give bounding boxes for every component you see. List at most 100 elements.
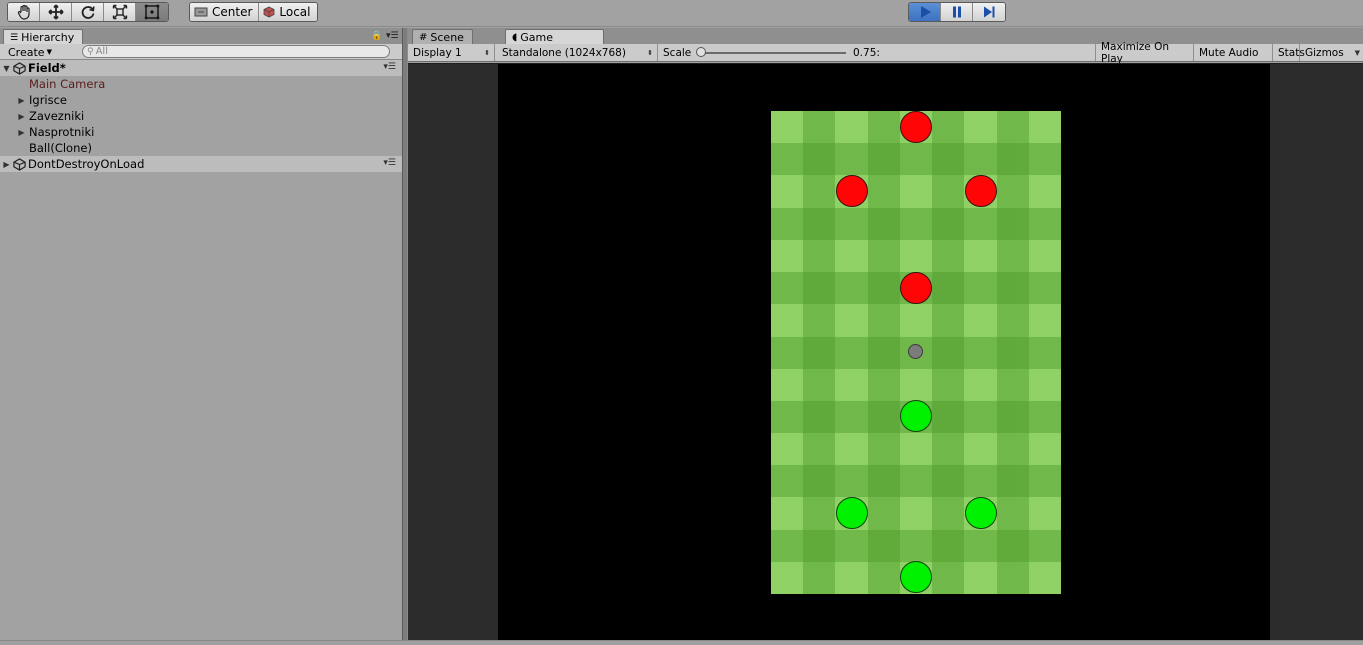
hierarchy-item-main-camera[interactable]: Main Camera	[0, 76, 402, 92]
dropdown-arrow-icon: ▼	[1354, 48, 1360, 57]
hierarchy-item-ball[interactable]: Ball(Clone)	[0, 140, 402, 156]
gizmos-label: Gizmos	[1305, 46, 1344, 59]
create-label: Create	[8, 45, 45, 59]
step-icon	[984, 6, 995, 18]
pacman-icon: ◖	[512, 32, 518, 43]
collapsed-arrow-icon[interactable]: ▶	[17, 96, 26, 105]
hierarchy-item-label: Nasprotniki	[29, 125, 95, 139]
step-button[interactable]	[973, 3, 1005, 21]
maximize-on-play-toggle[interactable]: Maximize On Play	[1095, 41, 1194, 65]
opponent-player	[900, 272, 932, 304]
tab-game[interactable]: ◖ Game	[505, 29, 604, 45]
hierarchy-item-nasprotniki[interactable]: ▶ Nasprotniki	[0, 124, 402, 140]
ball	[908, 344, 923, 359]
move-tool-button[interactable]	[40, 3, 72, 21]
hierarchy-item-label: Zavezniki	[29, 109, 85, 123]
gizmos-dropdown[interactable]: Gizmos ▼	[1300, 44, 1363, 61]
dropdown-arrow-icon: ▼	[46, 48, 52, 56]
tab-hierarchy[interactable]: ☰ Hierarchy	[3, 29, 84, 45]
tab-hierarchy-label: Hierarchy	[21, 31, 75, 44]
collapsed-arrow-icon[interactable]: ▶	[2, 160, 11, 169]
game-toolbar: Display 1 ⬍ Standalone (1024x768) ⬍ Scal…	[408, 41, 1363, 65]
scale-control: Scale 0.75:	[658, 44, 1095, 61]
hand-tool-button[interactable]	[8, 3, 40, 21]
scale-slider-track[interactable]	[700, 52, 846, 54]
game-render-area	[498, 64, 1270, 641]
hierarchy-tree: ▼ Field* ▾☰ Main Camera ▶ Igrisce ▶ Zave…	[0, 60, 402, 172]
scene-menu-icon[interactable]: ▾☰	[383, 158, 396, 168]
scene-row-field[interactable]: ▼ Field* ▾☰	[0, 60, 402, 76]
scale-value: 0.75:	[853, 46, 880, 59]
scale-label: Scale	[663, 46, 692, 59]
pivot-rotation-label: Local	[279, 5, 311, 19]
mute-label: Mute Audio	[1199, 46, 1259, 59]
scale-tool-button[interactable]	[104, 3, 136, 21]
opponent-player	[900, 111, 932, 143]
scene-row-dontdestroyonload[interactable]: ▶ DontDestroyOnLoad ▾☰	[0, 156, 402, 172]
updown-arrow-icon: ⬍	[484, 48, 490, 57]
panel-menu-icon[interactable]: ▾☰	[386, 31, 399, 41]
tab-game-label: Game	[520, 31, 554, 44]
scale-slider-thumb[interactable]	[696, 47, 706, 57]
opponent-player	[965, 175, 997, 207]
scene-name: Field*	[28, 61, 66, 75]
pivot-mode-button[interactable]: Center	[190, 3, 260, 21]
maximize-label: Maximize On Play	[1101, 40, 1169, 65]
hierarchy-toolbar: Create ▼ ⚲ All	[0, 44, 402, 60]
game-tabbar: # Scene ◖ Game	[408, 28, 1363, 45]
display-label: Display 1	[413, 46, 462, 59]
rect-tool-button[interactable]	[136, 3, 168, 21]
play-controls	[908, 2, 1006, 22]
hierarchy-item-igrisce[interactable]: ▶ Igrisce	[0, 92, 402, 108]
hierarchy-item-label: Igrisce	[29, 93, 68, 107]
opponent-player	[836, 175, 868, 207]
collapsed-arrow-icon[interactable]: ▶	[17, 112, 26, 121]
hierarchy-panel: ☰ Hierarchy 🔒 ▾☰ Create ▼ ⚲ All ▼ Field*…	[0, 28, 402, 640]
center-pivot-icon	[194, 7, 208, 17]
ally-player	[836, 497, 868, 529]
resolution-dropdown[interactable]: Standalone (1024x768) ⬍	[497, 44, 658, 61]
dontdestroy-label: DontDestroyOnLoad	[28, 157, 145, 171]
main-toolbar: Center Local	[0, 0, 1363, 27]
game-panel: # Scene ◖ Game Display 1 ⬍ Standalone (1…	[408, 28, 1363, 641]
pause-button[interactable]	[941, 3, 973, 21]
move-arrows-icon	[47, 4, 64, 20]
soccer-field	[771, 111, 1061, 594]
stats-toggle[interactable]: Stats	[1273, 44, 1305, 61]
rect-transform-icon	[144, 4, 160, 20]
hierarchy-item-label: Main Camera	[29, 77, 106, 91]
hierarchy-item-label: Ball(Clone)	[29, 141, 92, 155]
tab-scene[interactable]: # Scene	[412, 29, 473, 45]
ally-player	[900, 561, 932, 593]
hierarchy-item-zavezniki[interactable]: ▶ Zavezniki	[0, 108, 402, 124]
play-icon	[920, 6, 931, 18]
unity-scene-icon	[13, 157, 26, 171]
create-dropdown[interactable]: Create ▼	[4, 45, 56, 59]
rotate-icon	[81, 6, 95, 19]
updown-arrow-icon: ⬍	[647, 48, 653, 57]
mute-audio-toggle[interactable]: Mute Audio	[1194, 44, 1273, 61]
play-button[interactable]	[909, 3, 941, 21]
hierarchy-search-input[interactable]: ⚲ All	[82, 45, 390, 58]
expanded-arrow-icon[interactable]: ▼	[2, 64, 11, 73]
unity-scene-icon	[13, 61, 26, 75]
ally-player	[900, 400, 932, 432]
hand-icon	[17, 4, 30, 20]
pivot-rotation-button[interactable]: Local	[259, 3, 317, 21]
ally-player	[965, 497, 997, 529]
collapsed-arrow-icon[interactable]: ▶	[17, 128, 26, 137]
status-bar	[0, 640, 1363, 645]
search-icon: ⚲	[87, 46, 94, 57]
scene-menu-icon[interactable]: ▾☰	[383, 62, 396, 72]
tab-scene-label: Scene	[430, 31, 464, 44]
scale-icon	[112, 4, 127, 20]
pause-icon	[952, 6, 961, 18]
grid-icon: #	[419, 32, 428, 43]
game-viewport[interactable]	[408, 63, 1363, 641]
rotate-tool-button[interactable]	[72, 3, 104, 21]
lock-icon[interactable]: 🔒	[371, 31, 382, 41]
hierarchy-tabbar: ☰ Hierarchy 🔒 ▾☰	[0, 28, 402, 45]
display-dropdown[interactable]: Display 1 ⬍	[408, 44, 495, 61]
transform-tools	[7, 2, 169, 22]
unity-editor: Center Local ☰ Hierarchy �	[0, 0, 1363, 645]
